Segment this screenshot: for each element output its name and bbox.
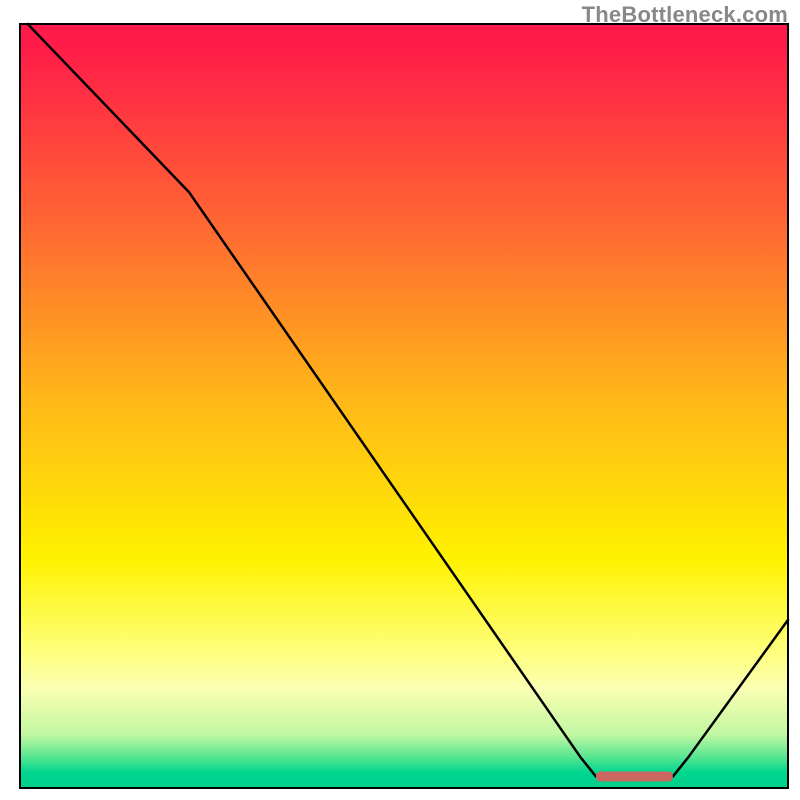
bottleneck-chart — [0, 0, 800, 800]
watermark-text: TheBottleneck.com — [582, 2, 788, 28]
chart-background-gradient — [20, 24, 788, 788]
optimal-range-marker — [596, 772, 673, 782]
